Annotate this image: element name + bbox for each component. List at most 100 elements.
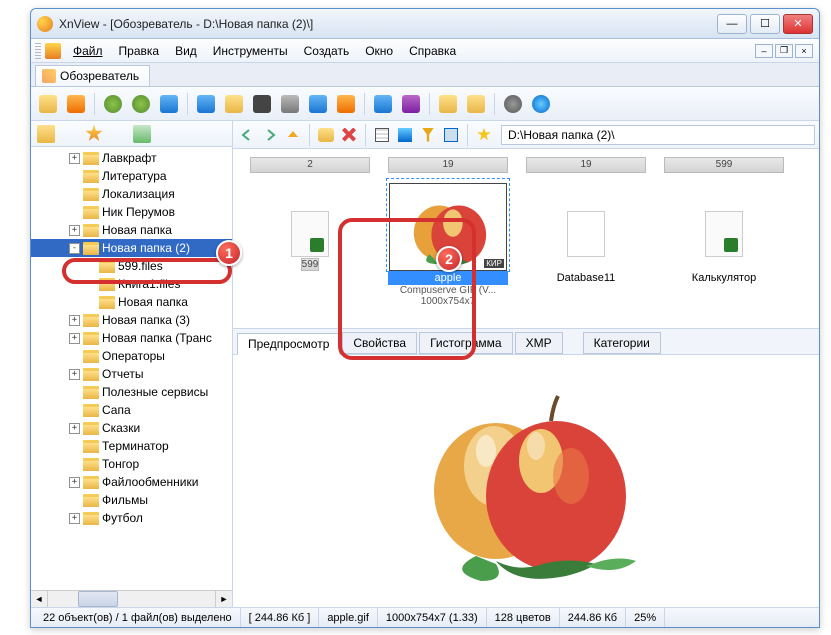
nav-delete[interactable] — [339, 125, 359, 145]
tree-item[interactable]: +Сказки — [31, 419, 232, 437]
nav-fwd[interactable] — [260, 125, 280, 145]
tree-expander[interactable]: - — [69, 243, 80, 254]
reload-button[interactable] — [128, 91, 154, 117]
menu-file[interactable]: Файл — [65, 42, 111, 60]
favorites-icon[interactable] — [85, 125, 103, 143]
tree-item[interactable]: Локализация — [31, 185, 232, 203]
content-area: +ЛавкрафтЛитератураЛокализацияНик Перумо… — [31, 121, 819, 607]
tree-item[interactable]: +Отчеты — [31, 365, 232, 383]
menu-view[interactable]: Вид — [167, 42, 205, 60]
tree-item[interactable]: Тонгор — [31, 455, 232, 473]
mdi-close[interactable]: × — [795, 44, 813, 58]
menu-help[interactable]: Справка — [401, 42, 464, 60]
open-button[interactable] — [35, 91, 61, 117]
scan-button[interactable] — [156, 91, 182, 117]
print-button[interactable] — [277, 91, 303, 117]
nav-fav[interactable] — [474, 125, 494, 145]
thumbnail-view[interactable]: 2 19 19 599 599 — [233, 149, 819, 329]
tree-item[interactable]: +Футбол — [31, 509, 232, 527]
tree-item[interactable]: Ник Перумов — [31, 203, 232, 221]
nav-filter[interactable] — [418, 125, 438, 145]
folder-icon — [83, 224, 99, 237]
thumb-file[interactable]: 599 — [249, 179, 371, 307]
nav-up[interactable] — [283, 125, 303, 145]
tree-expander — [69, 171, 80, 182]
tree-expander[interactable]: + — [69, 423, 80, 434]
tree-item[interactable]: +Файлообменники — [31, 473, 232, 491]
folder-icon — [83, 440, 99, 453]
tree-label: Тонгор — [102, 457, 139, 471]
tab-histogram[interactable]: Гистограмма — [419, 332, 512, 354]
tab-browser[interactable]: Обозреватель — [35, 65, 150, 86]
tree-item[interactable]: Фильмы — [31, 491, 232, 509]
tree-item[interactable]: Новая папка — [31, 293, 232, 311]
thumb-image-apple[interactable]: apple Compuserve GIF (V... 1000x754x7 — [387, 179, 509, 307]
address-bar[interactable]: D:\Новая папка (2)\ — [501, 125, 815, 145]
menu-window[interactable]: Окно — [357, 42, 401, 60]
convert-button[interactable] — [435, 91, 461, 117]
tree-item[interactable]: Книга1.files — [31, 275, 232, 293]
location-toolbar: D:\Новая папка (2)\ — [233, 121, 819, 149]
tab-properties[interactable]: Свойства — [342, 332, 417, 354]
folder-tree[interactable]: +ЛавкрафтЛитератураЛокализацияНик Перумо… — [31, 147, 232, 590]
tree-expander[interactable]: + — [69, 477, 80, 488]
status-count: 22 объект(ов) / 1 файл(ов) выделено — [35, 608, 241, 627]
close-button[interactable]: ✕ — [783, 14, 813, 34]
menu-edit[interactable]: Правка — [111, 42, 168, 60]
tree-item[interactable]: -Новая папка (2) — [31, 239, 232, 257]
tree-item[interactable]: Полезные сервисы — [31, 383, 232, 401]
thumb-file[interactable]: Калькулятор — [663, 179, 785, 307]
mdi-restore[interactable]: ❐ — [775, 44, 793, 58]
tree-label: Книга1.files — [118, 277, 180, 291]
preview-image — [386, 376, 666, 586]
slide-button[interactable] — [398, 91, 424, 117]
tree-expander[interactable]: + — [69, 513, 80, 524]
tree-expander[interactable]: + — [69, 225, 80, 236]
find-button[interactable] — [249, 91, 275, 117]
tab-preview[interactable]: Предпросмотр — [237, 333, 340, 355]
tree-item[interactable]: Сапа — [31, 401, 232, 419]
batch-button[interactable] — [463, 91, 489, 117]
tree-item[interactable]: Терминатор — [31, 437, 232, 455]
tree-item[interactable]: Операторы — [31, 347, 232, 365]
minimize-button[interactable]: — — [717, 14, 747, 34]
nav-layout[interactable] — [441, 125, 461, 145]
nav-newfolder[interactable] — [316, 125, 336, 145]
tree-item[interactable]: 599.files — [31, 257, 232, 275]
refresh-button[interactable] — [100, 91, 126, 117]
folder-icon — [99, 260, 115, 273]
tree-item[interactable]: +Лавкрафт — [31, 149, 232, 167]
tree-expander[interactable]: + — [69, 315, 80, 326]
settings-button[interactable] — [500, 91, 526, 117]
media-button[interactable] — [333, 91, 359, 117]
preview-pane[interactable] — [233, 355, 819, 607]
app-icon — [37, 16, 53, 32]
scan2-button[interactable] — [305, 91, 331, 117]
mdi-minimize[interactable]: – — [755, 44, 773, 58]
tab-xmp[interactable]: XMP — [515, 332, 563, 354]
status-zoom: 25% — [626, 608, 665, 627]
tree-h-scrollbar[interactable]: ◄ ► — [31, 590, 232, 607]
menu-create[interactable]: Создать — [296, 42, 358, 60]
folders-icon[interactable] — [37, 125, 55, 143]
tree-expander[interactable]: + — [69, 153, 80, 164]
tree-item[interactable]: +Новая папка (3) — [31, 311, 232, 329]
export-button[interactable] — [221, 91, 247, 117]
camera-button[interactable] — [370, 91, 396, 117]
tab-categories[interactable]: Категории — [583, 332, 661, 354]
maximize-button[interactable]: ☐ — [750, 14, 780, 34]
view-button[interactable] — [193, 91, 219, 117]
nav-back[interactable] — [237, 125, 257, 145]
tree-item[interactable]: +Новая папка — [31, 221, 232, 239]
about-button[interactable] — [528, 91, 554, 117]
categories-icon[interactable] — [133, 125, 151, 143]
menu-tools[interactable]: Инструменты — [205, 42, 296, 60]
nav-viewmode[interactable] — [372, 125, 392, 145]
tree-item[interactable]: Литература — [31, 167, 232, 185]
nav-sort[interactable] — [395, 125, 415, 145]
tree-expander[interactable]: + — [69, 369, 80, 380]
tree-item[interactable]: +Новая папка (Транс — [31, 329, 232, 347]
thumb-file[interactable]: .thumb-placeholder[data-name=file-icon]:… — [525, 179, 647, 307]
tree-expander[interactable]: + — [69, 333, 80, 344]
browser-button[interactable] — [63, 91, 89, 117]
